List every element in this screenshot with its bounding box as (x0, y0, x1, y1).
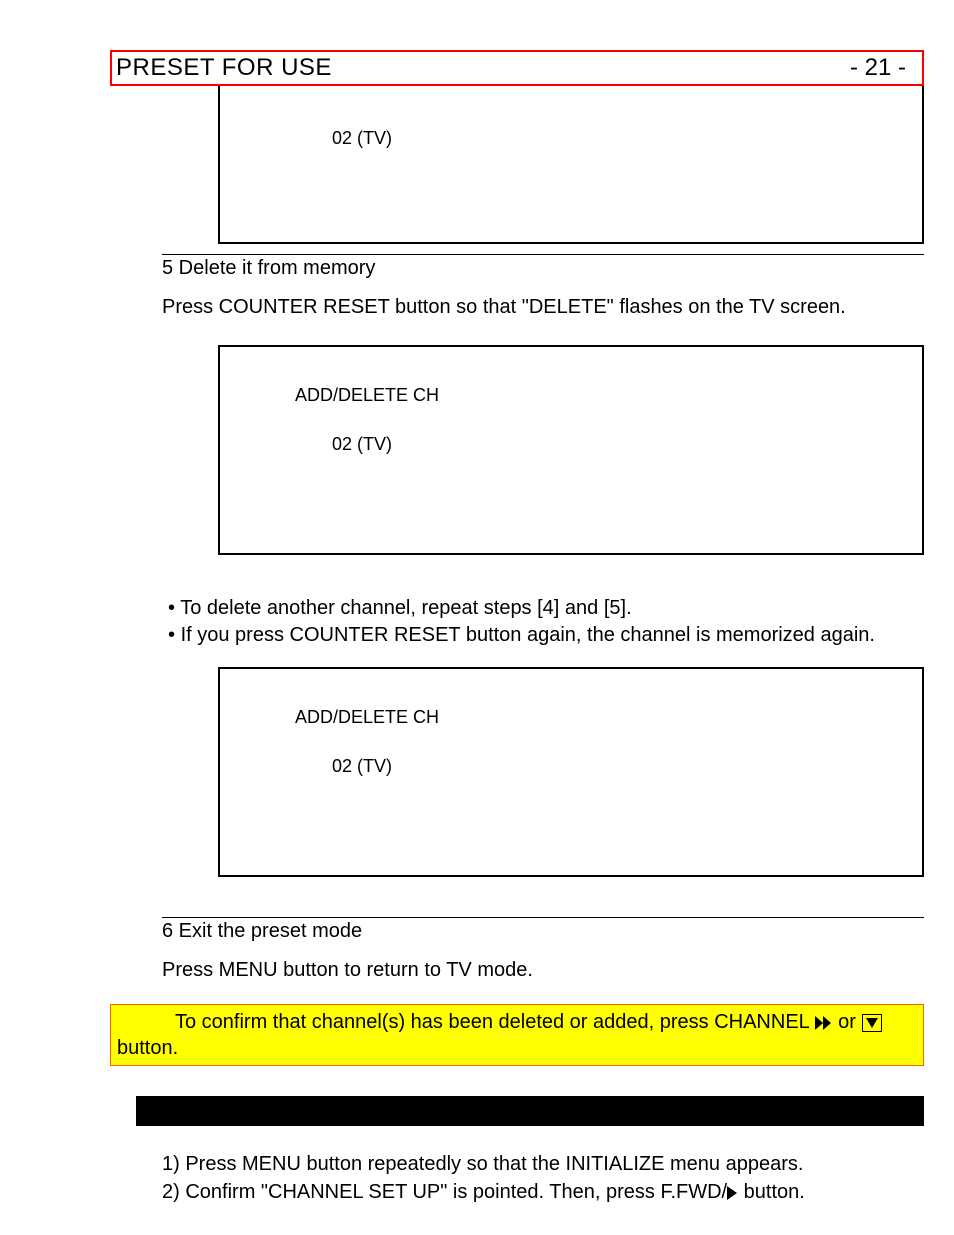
note-text-post: button. (117, 1037, 178, 1059)
numbered-item-1: 1) Press MENU button repeatedly so that … (162, 1150, 924, 1178)
page-header: PRESET FOR USE - 21 - (110, 50, 924, 86)
step-6-body: Press MENU button to return to TV mode. (162, 957, 924, 984)
note-text-pre: To confirm that channel(s) has been dele… (175, 1011, 815, 1033)
numbered-item-2: 2) Confirm "CHANNEL SET UP" is pointed. … (162, 1178, 924, 1206)
numbered-item-2-pre: 2) Confirm "CHANNEL SET UP" is pointed. … (162, 1181, 727, 1203)
tv-screen-1: 02 (TV) (218, 86, 924, 244)
tv-screen-title: ADD/DELETE CH (220, 385, 922, 434)
tv-screen-value: 02 (TV) (220, 756, 922, 777)
separator (162, 254, 924, 255)
fast-forward-icon (815, 1016, 833, 1030)
step-5-body: Press COUNTER RESET button so that "DELE… (162, 294, 924, 321)
play-icon (727, 1186, 738, 1200)
tv-screen-title: ADD/DELETE CH (220, 707, 922, 756)
bullet-item: If you press COUNTER RESET button again,… (168, 622, 924, 649)
bullet-list: To delete another channel, repeat steps … (168, 595, 924, 649)
bullet-item: To delete another channel, repeat steps … (168, 595, 924, 622)
note-text-mid: or (838, 1011, 861, 1033)
step-6-title: 6 Exit the preset mode (162, 920, 924, 943)
numbered-item-2-post: button. (738, 1181, 805, 1203)
tv-screen-value: 02 (TV) (220, 128, 922, 149)
numbered-list: 1) Press MENU button repeatedly so that … (162, 1150, 924, 1206)
note-box: To confirm that channel(s) has been dele… (110, 1004, 924, 1066)
tv-screen-2: ADD/DELETE CH 02 (TV) (218, 345, 924, 555)
section-bar (136, 1096, 924, 1126)
page-title: PRESET FOR USE (116, 54, 332, 82)
page-number: - 21 - (850, 54, 912, 82)
triangle-down-icon (862, 1014, 882, 1032)
document-page: PRESET FOR USE - 21 - 02 (TV) 5 Delete i… (0, 0, 954, 1235)
step-5-title: 5 Delete it from memory (162, 257, 924, 280)
tv-screen-3: ADD/DELETE CH 02 (TV) (218, 667, 924, 877)
separator (162, 917, 924, 918)
tv-screen-value: 02 (TV) (220, 434, 922, 455)
